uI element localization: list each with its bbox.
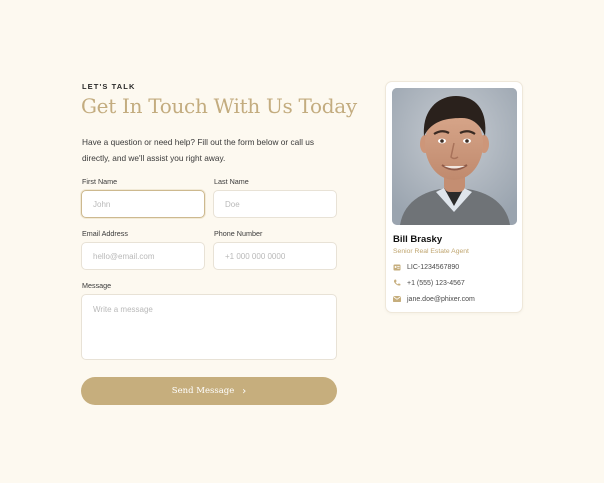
agent-title: Senior Real Estate Agent xyxy=(393,248,469,255)
phone-placeholder: +1 000 000 0000 xyxy=(225,251,286,261)
last-name-label: Last Name xyxy=(214,177,249,186)
first-name-label: First Name xyxy=(82,177,118,186)
phone-icon xyxy=(393,279,401,287)
eyebrow-label: LET'S TALK xyxy=(82,82,136,91)
first-name-input[interactable]: John xyxy=(81,190,205,218)
page-title: Get In Touch With Us Today xyxy=(81,94,357,118)
agent-card: Bill Brasky Senior Real Estate Agent LIC… xyxy=(385,81,523,313)
agent-license-row: LIC-1234567890 xyxy=(393,263,459,271)
agent-email: jane.doe@phixer.com xyxy=(407,295,475,303)
last-name-placeholder: Doe xyxy=(225,199,240,209)
chevron-right-icon: › xyxy=(242,385,247,397)
send-message-button[interactable]: Send Message › xyxy=(81,377,337,405)
message-label: Message xyxy=(82,281,112,290)
id-card-icon xyxy=(393,263,401,271)
email-label: Email Address xyxy=(82,229,128,238)
first-name-placeholder: John xyxy=(93,199,111,209)
agent-phone: +1 (555) 123-4567 xyxy=(407,279,465,287)
message-textarea[interactable]: Write a message xyxy=(81,294,337,360)
email-input[interactable]: hello@email.com xyxy=(81,242,205,270)
last-name-input[interactable]: Doe xyxy=(213,190,337,218)
send-message-label: Send Message xyxy=(171,386,235,396)
agent-photo xyxy=(392,88,517,225)
agent-license: LIC-1234567890 xyxy=(407,263,460,271)
phone-label: Phone Number xyxy=(214,229,263,238)
email-placeholder: hello@email.com xyxy=(93,251,155,261)
agent-phone-row[interactable]: +1 (555) 123-4567 xyxy=(393,279,465,287)
mail-icon xyxy=(393,295,401,303)
agent-email-row[interactable]: jane.doe@phixer.com xyxy=(393,295,475,303)
agent-name: Bill Brasky xyxy=(393,234,443,245)
intro-text: Have a question or need help? Fill out t… xyxy=(82,137,314,163)
message-placeholder: Write a message xyxy=(93,305,153,314)
phone-input[interactable]: +1 000 000 0000 xyxy=(213,242,337,270)
agent-portrait xyxy=(392,88,517,225)
